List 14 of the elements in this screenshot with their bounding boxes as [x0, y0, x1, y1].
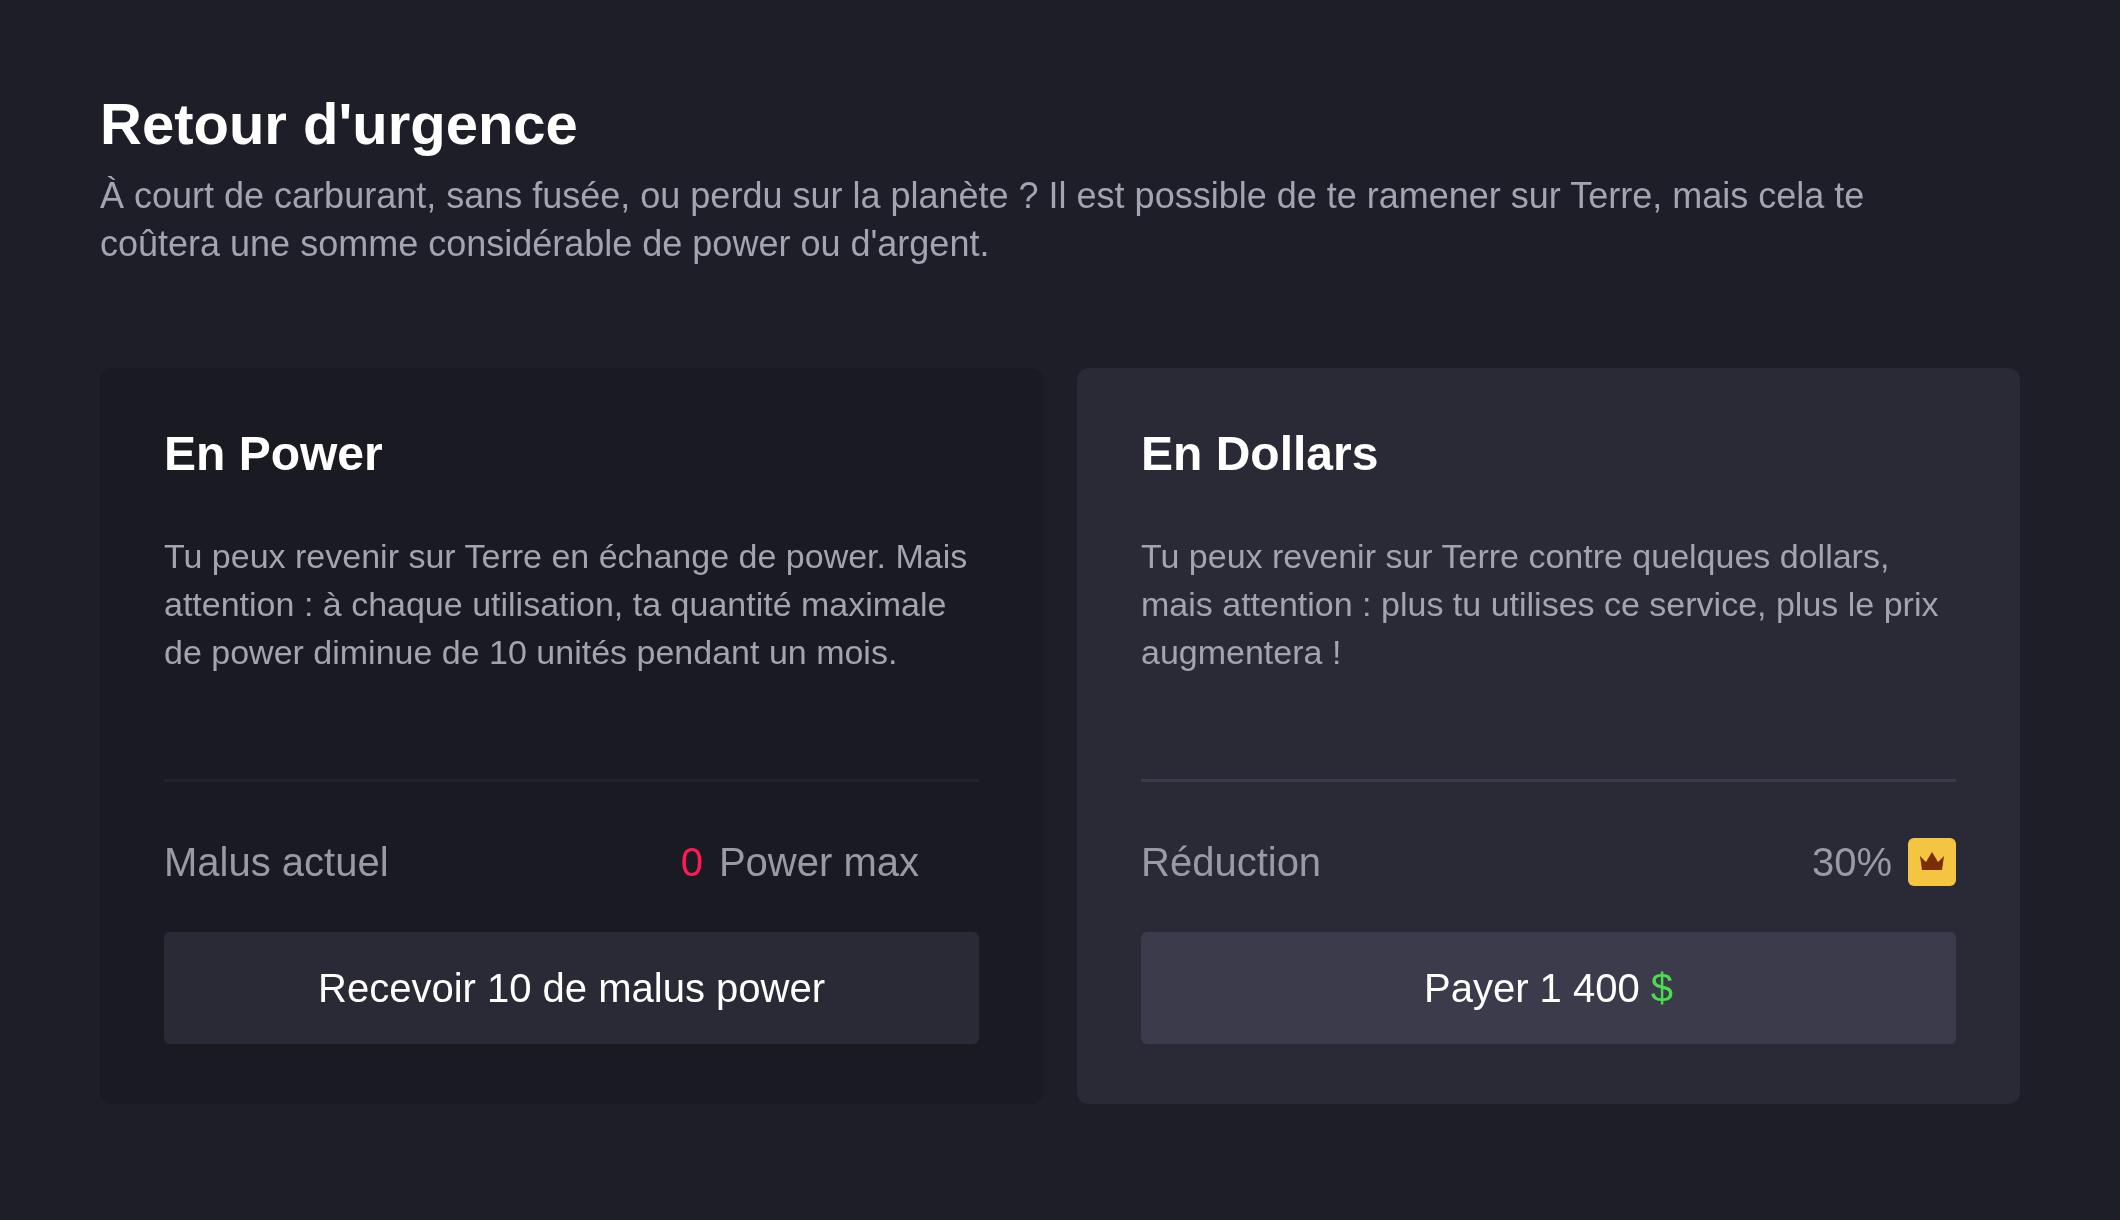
description: À court de carburant, sans fusée, ou perdu sur la planète ? Il est possible de te ramener sur Terre, mais cela te coûtera une somme considérable de power ou d'argent.: [100, 174, 1866, 266]
action-button[interactable]: Recevoir 10 de malus power: [164, 932, 979, 1044]
stat-unit: Power max: [718, 839, 919, 885]
crown-icon: [1908, 838, 1956, 886]
card-description: Tu peux revenir sur Terre en échange de power. Mais attention : à chaque utilisation, ta quantité maximale de power diminue de 10 unités pendant un mois.: [164, 536, 969, 673]
stat-label: Malus actuel: [164, 839, 389, 885]
dialog-title: Retour d'urgence: [100, 90, 579, 158]
action-button[interactable]: Payer 1 400 $: [1141, 932, 1956, 1044]
stat-value: 30%: [1811, 839, 1892, 885]
card-title: En Dollars: [1141, 426, 1380, 482]
card-title: En Power: [164, 426, 384, 482]
card-description: Tu peux revenir sur Terre contre quelques dollars, mais attention : plus tu utilises ce service, plus le prix augmentera !: [1141, 536, 1940, 673]
stat-value: 0: [680, 839, 703, 885]
stat-label: Réduction: [1141, 839, 1322, 885]
